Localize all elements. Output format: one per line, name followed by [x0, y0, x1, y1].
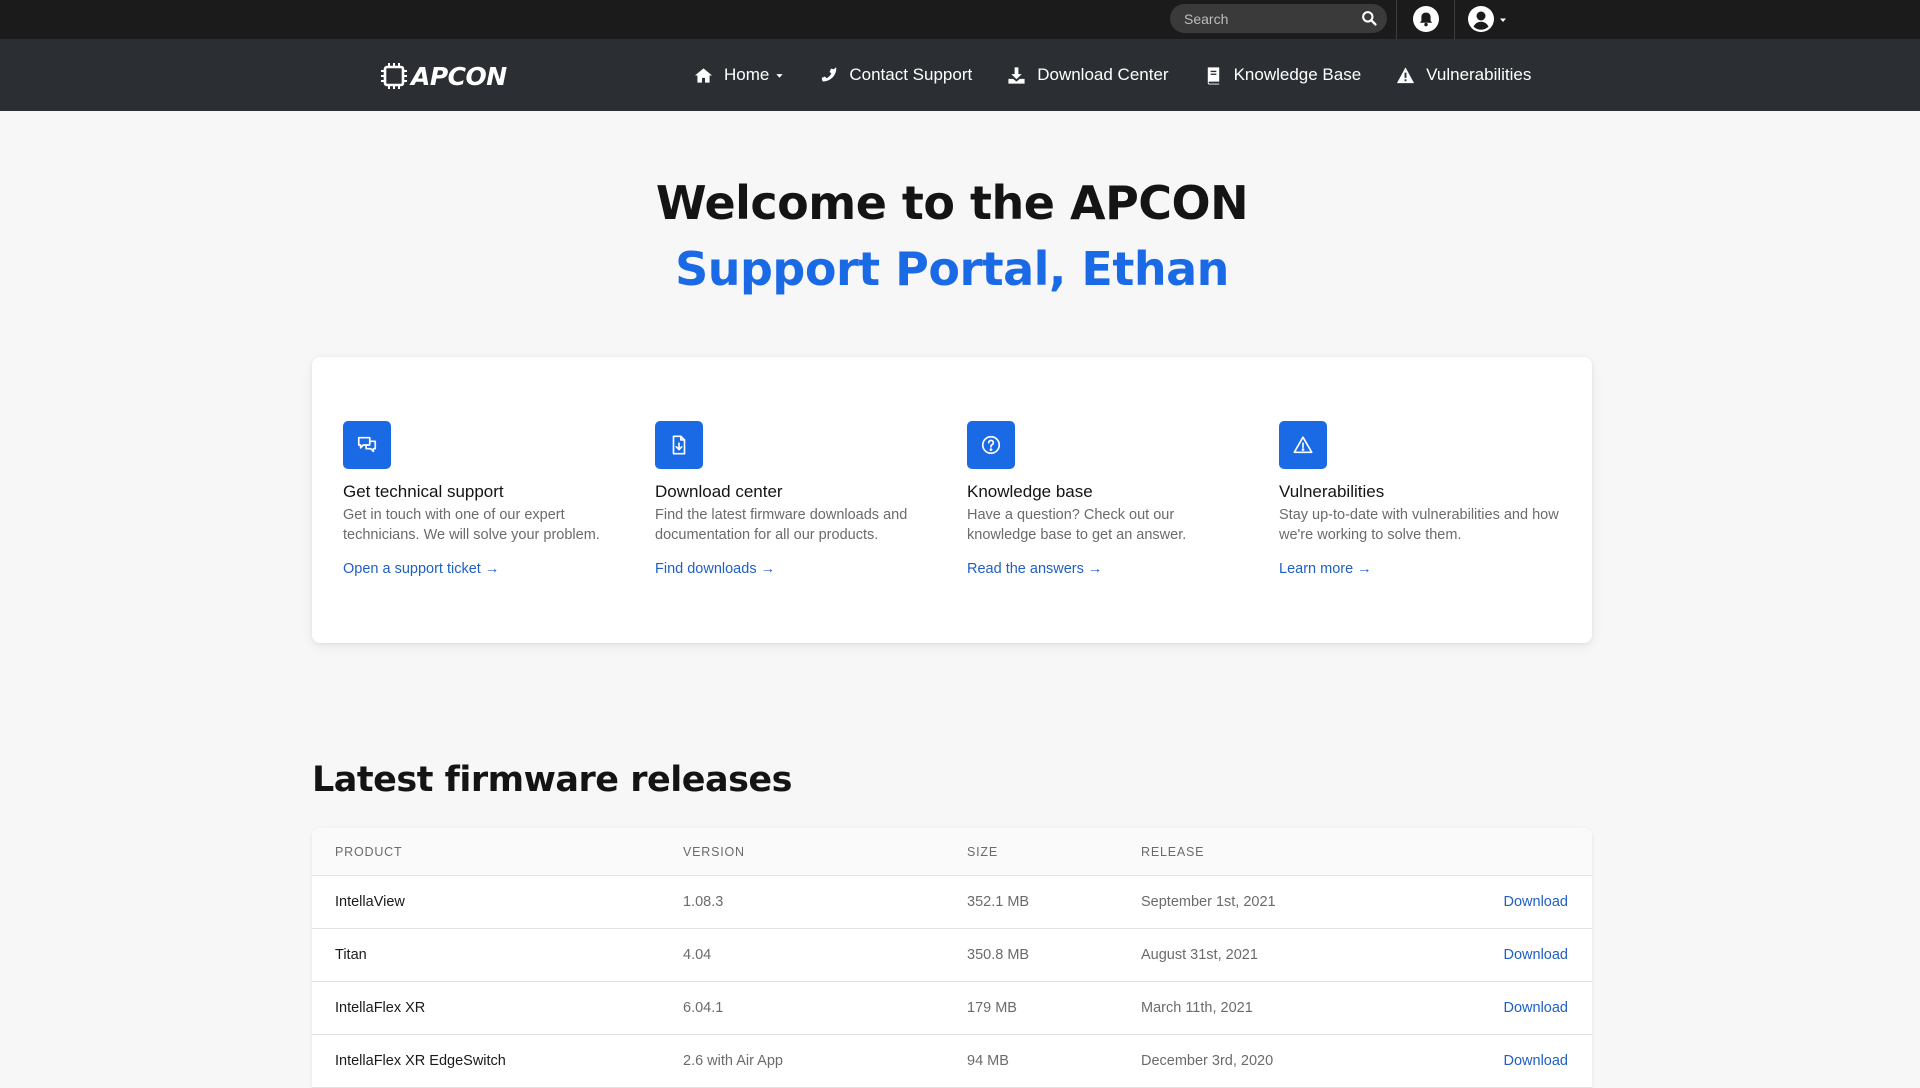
firmware-section-title: Latest firmware releases	[312, 760, 792, 800]
column-header-release[interactable]: RELEASE	[1141, 845, 1204, 859]
cell-product: IntellaView	[335, 894, 405, 910]
learn-more-link[interactable]: Learn more →	[1279, 561, 1372, 577]
cell-size: 352.1 MB	[967, 894, 1030, 910]
feature-icon-box	[343, 421, 391, 469]
feature-icon-box	[1279, 421, 1327, 469]
caret-down-icon	[776, 73, 784, 78]
feature-description: Have a question? Check out our knowledge…	[967, 507, 1187, 543]
nav-item-label: Home	[724, 65, 770, 84]
main-navbar: APCON Home Contact Support Download Cent…	[0, 39, 1920, 111]
feature-description: Get in touch with one of our expert tech…	[343, 507, 600, 543]
feature-title: Knowledge base	[967, 482, 1093, 501]
open-support-ticket-link[interactable]: Open a support ticket →	[343, 561, 499, 577]
cell-product: IntellaFlex XR	[335, 1000, 426, 1016]
cell-size: 94 MB	[967, 1053, 1009, 1069]
cell-version: 6.04.1	[683, 1000, 724, 1016]
find-downloads-link[interactable]: Find downloads →	[655, 561, 775, 577]
feature-technical-support: Get technical support Get in touch with …	[343, 421, 623, 578]
cell-size: 350.8 MB	[967, 947, 1030, 963]
column-header-size[interactable]: SIZE	[967, 845, 998, 859]
hero-title-line2: Support Portal, Ethan	[675, 242, 1229, 296]
table-row: IntellaFlex XR EdgeSwitch 2.6 with Air A…	[312, 1035, 1592, 1088]
bell-icon[interactable]	[1412, 5, 1440, 33]
apcon-logo[interactable]: APCON	[380, 60, 507, 92]
cell-release: December 3rd, 2020	[1141, 1053, 1274, 1069]
cell-release: March 11th, 2021	[1141, 1000, 1253, 1016]
nav-item-label: Contact Support	[849, 65, 973, 84]
cell-version: 2.6 with Air App	[683, 1053, 783, 1069]
nav-item-label: Download Center	[1037, 65, 1169, 84]
phone-icon	[822, 66, 837, 81]
topbar-divider	[1454, 0, 1455, 39]
read-answers-link[interactable]: Read the answers →	[967, 561, 1102, 577]
alert-triangle-icon	[1293, 436, 1313, 454]
column-header-product[interactable]: PRODUCT	[335, 845, 402, 859]
page-title: Welcome to the APCON Support Portal, Eth…	[0, 170, 1904, 302]
account-menu[interactable]	[1467, 5, 1509, 33]
download-link[interactable]: Download	[1504, 1000, 1569, 1016]
question-icon	[981, 435, 1001, 455]
topbar-divider	[1396, 0, 1397, 39]
logo-text: APCON	[411, 61, 507, 91]
download-link[interactable]: Download	[1504, 1053, 1569, 1069]
cell-release: August 31st, 2021	[1141, 947, 1258, 963]
table-row: IntellaView 1.08.3 352.1 MB September 1s…	[312, 876, 1592, 929]
warning-icon	[1397, 66, 1415, 83]
feature-description: Find the latest firmware downloads and d…	[655, 507, 908, 543]
features-card: Get technical support Get in touch with …	[312, 357, 1592, 643]
nav-item-label: Knowledge Base	[1233, 65, 1362, 84]
nav-item-contact-support[interactable]: Contact Support	[819, 65, 972, 85]
table-header: PRODUCT VERSION SIZE RELEASE	[312, 828, 1592, 876]
feature-title: Vulnerabilities	[1279, 482, 1385, 501]
feature-description: Stay up-to-date with vulnerabilities and…	[1279, 507, 1559, 543]
cell-release: September 1st, 2021	[1141, 894, 1276, 910]
download-link[interactable]: Download	[1504, 947, 1569, 963]
top-utility-bar	[0, 0, 1920, 39]
search-input[interactable]	[1184, 9, 1354, 28]
table-row: IntellaFlex XR 6.04.1 179 MB March 11th,…	[312, 982, 1592, 1035]
feature-icon-box	[967, 421, 1015, 469]
search-icon[interactable]	[1361, 10, 1378, 27]
nav-item-home[interactable]: Home	[694, 65, 784, 85]
nav-menu: Home Contact Support Download Center Kno…	[694, 39, 1531, 111]
download-link[interactable]: Download	[1504, 894, 1569, 910]
file-download-icon	[672, 435, 686, 455]
cell-product: IntellaFlex XR EdgeSwitch	[335, 1053, 506, 1069]
user-circle-icon	[1468, 6, 1494, 32]
feature-download-center: Download center Find the latest firmware…	[655, 421, 935, 578]
cell-version: 1.08.3	[683, 894, 724, 910]
download-icon	[1008, 66, 1025, 84]
feature-vulnerabilities: Vulnerabilities Stay up-to-date with vul…	[1279, 421, 1559, 578]
cell-size: 179 MB	[967, 1000, 1017, 1016]
hero-title-line1: Welcome to the APCON	[655, 176, 1249, 230]
home-icon	[694, 67, 713, 83]
hero-section: Welcome to the APCON Support Portal, Eth…	[0, 170, 1904, 302]
nav-item-knowledge-base[interactable]: Knowledge Base	[1204, 65, 1362, 85]
column-header-version[interactable]: VERSION	[683, 845, 745, 859]
cell-version: 4.04	[683, 947, 712, 963]
caret-down-icon	[1500, 18, 1506, 22]
nav-item-label: Vulnerabilities	[1426, 65, 1532, 84]
firmware-table: PRODUCT VERSION SIZE RELEASE IntellaView…	[312, 828, 1592, 1088]
search-box[interactable]	[1170, 4, 1387, 33]
nav-item-download-center[interactable]: Download Center	[1007, 65, 1169, 85]
book-icon	[1207, 66, 1219, 85]
cell-product: Titan	[335, 947, 367, 963]
feature-icon-box	[655, 421, 703, 469]
feature-title: Get technical support	[343, 482, 504, 501]
chat-icon	[357, 436, 377, 453]
table-row: Titan 4.04 350.8 MB August 31st, 2021 Do…	[312, 929, 1592, 982]
feature-knowledge-base: Knowledge base Have a question? Check ou…	[967, 421, 1247, 578]
feature-title: Download center	[655, 482, 783, 501]
chip-icon	[381, 63, 407, 89]
nav-item-vulnerabilities[interactable]: Vulnerabilities	[1396, 65, 1531, 85]
